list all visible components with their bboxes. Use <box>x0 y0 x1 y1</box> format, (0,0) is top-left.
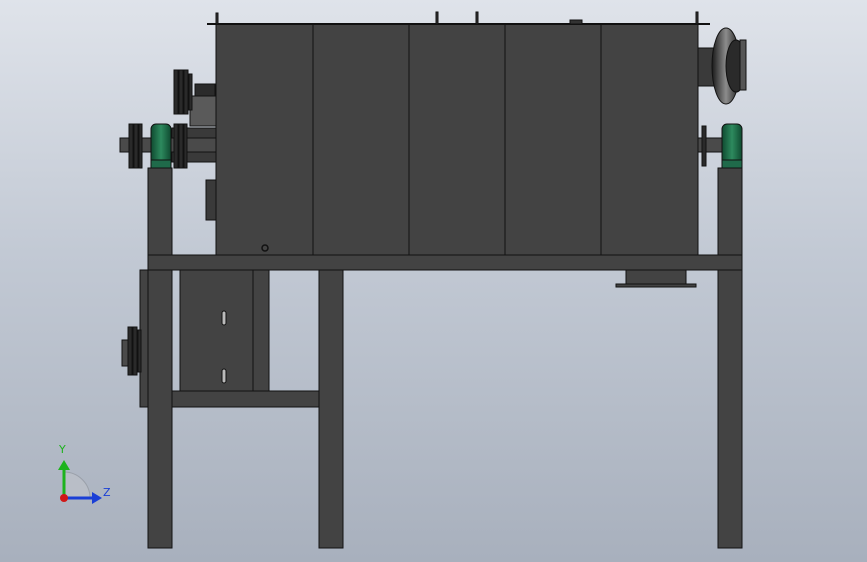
discharge-outlet <box>615 269 697 288</box>
cad-viewport[interactable] <box>0 0 867 562</box>
triad-z-label: Z <box>103 486 111 499</box>
mixer-tank <box>207 11 710 257</box>
left-bearing-motor <box>150 123 172 169</box>
triad-quadrant <box>63 471 91 499</box>
triad-y-label: Y <box>59 443 66 456</box>
x-axis-dot <box>60 494 68 502</box>
top-fittings <box>215 11 699 25</box>
orientation-triad[interactable] <box>58 460 102 504</box>
right-bearing-motor <box>697 123 743 169</box>
upper-sprocket <box>173 69 193 115</box>
lower-motor-pulley <box>121 326 142 376</box>
mixer-model[interactable] <box>119 11 747 549</box>
right-pulley-drum <box>697 27 747 105</box>
